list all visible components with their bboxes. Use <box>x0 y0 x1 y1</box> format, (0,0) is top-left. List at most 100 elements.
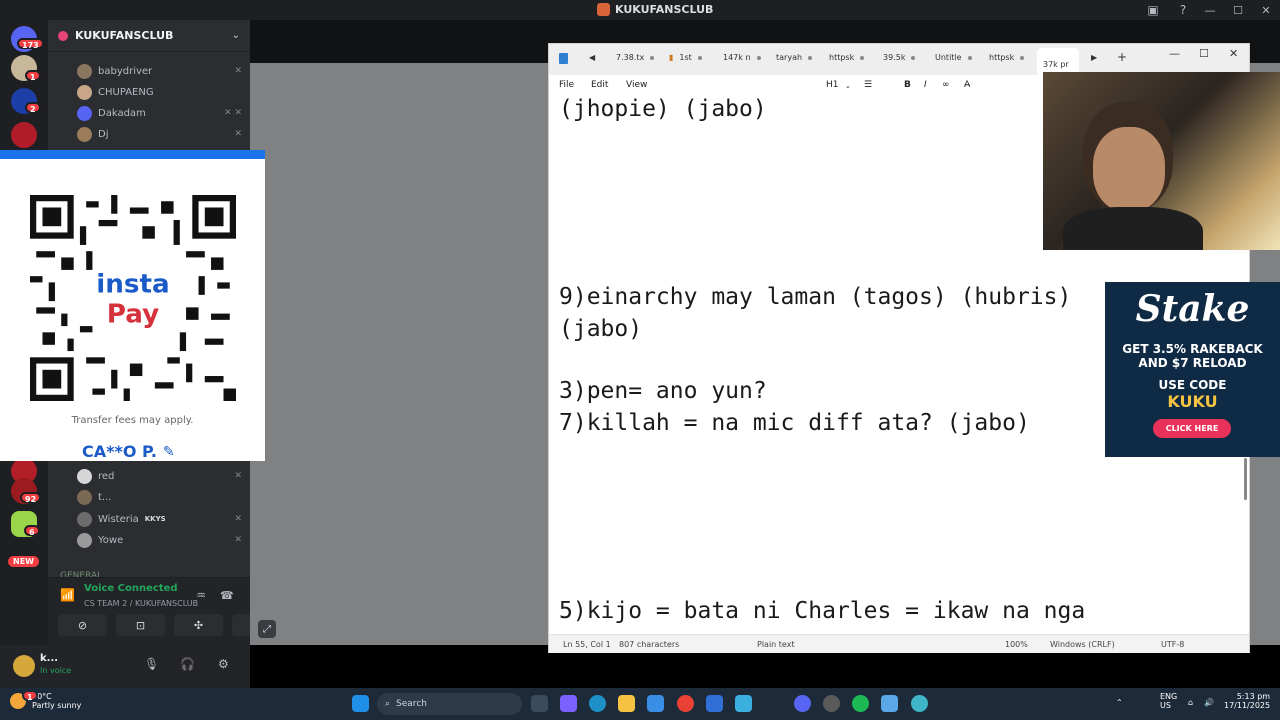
ad-headline: GET 3.5% RAKEBACK AND $7 RELOAD <box>1105 342 1280 370</box>
member-item[interactable]: Dakadam ✕ ✕ <box>77 104 242 122</box>
spotify-icon[interactable] <box>852 695 869 712</box>
avatar <box>77 489 92 505</box>
notepad-tab[interactable]: ▮ 1st <box>669 53 702 62</box>
server-icon-3[interactable] <box>11 122 37 148</box>
ad-use-code: USE CODE <box>1158 378 1227 392</box>
start-icon[interactable] <box>352 695 369 712</box>
copilot-icon[interactable] <box>560 695 577 712</box>
microphone-icon[interactable]: 🎙 <box>144 657 159 671</box>
voice-channel[interactable]: CS TEAM 2 / KUKUFANSCLUB <box>84 599 198 608</box>
user-name[interactable]: k... <box>40 653 58 664</box>
language-indicator[interactable]: ENG US <box>1160 692 1177 710</box>
zoom-level[interactable]: 100% <box>1005 640 1028 649</box>
mail-icon[interactable] <box>706 695 723 712</box>
chevron-down-icon: ⌄ <box>231 30 240 41</box>
member-item[interactable]: babydriver ✕ <box>77 62 242 80</box>
clock[interactable]: 5:13 pm 17/11/2025 <box>1224 692 1270 710</box>
obs-icon[interactable] <box>911 695 928 712</box>
screen-share-button[interactable]: ⊡ <box>116 614 165 636</box>
inbox-icon[interactable]: ▣ <box>1146 3 1160 17</box>
member-item[interactable]: Wisteria KKYS ✕ <box>77 510 242 528</box>
noise-suppression-icon[interactable]: ♒ <box>196 589 206 602</box>
tab-scroll-left-icon[interactable]: ◀ <box>589 53 595 62</box>
avatar <box>77 468 92 484</box>
chrome-icon[interactable] <box>677 695 694 712</box>
server-header[interactable]: KUKUFANSCLUB ⌄ <box>48 20 250 52</box>
member-item[interactable]: CHUPAENG <box>77 83 242 101</box>
chevron-up-icon[interactable]: ⌃ <box>1116 698 1123 707</box>
network-icon[interactable]: ⌂ <box>1188 698 1193 707</box>
instapay-logo-bottom: Pay <box>107 299 159 329</box>
temperature: 30°C <box>32 692 52 701</box>
popout-icon[interactable]: ⤢ <box>258 620 276 638</box>
link-icon[interactable]: ∞ <box>942 80 950 90</box>
app-icon[interactable] <box>735 695 752 712</box>
notepad-scrollbar[interactable] <box>1244 458 1247 500</box>
deafened-icon: ✕ <box>234 471 242 481</box>
task-view-icon[interactable] <box>531 695 548 712</box>
help-icon[interactable]: ? <box>1176 3 1190 17</box>
new-tab-button[interactable]: + <box>1117 50 1127 64</box>
tab-label: 1st <box>679 53 692 62</box>
notepad-minimize-button[interactable]: — <box>1169 47 1180 60</box>
edge-icon[interactable] <box>589 695 606 712</box>
stake-ad[interactable]: Stake GET 3.5% RAKEBACK AND $7 RELOAD US… <box>1105 282 1280 457</box>
member-item[interactable]: Yowe ✕ <box>77 531 242 549</box>
text-format[interactable]: Plain text <box>757 640 795 649</box>
list-icon[interactable]: ☰ <box>864 80 872 90</box>
minimize-button[interactable]: — <box>1196 0 1224 20</box>
discord-icon[interactable] <box>794 695 811 712</box>
member-item[interactable]: Dj ✕ <box>77 125 242 143</box>
notepad-tab[interactable]: 39.5k <box>883 53 916 62</box>
member-item[interactable]: red ✕ <box>77 467 242 485</box>
member-item[interactable]: t... <box>77 488 242 506</box>
store-icon[interactable] <box>647 695 664 712</box>
notepad-tab[interactable]: Untitle <box>935 53 972 62</box>
notepad-tab[interactable]: taryah <box>776 53 813 62</box>
heading-dropdown[interactable]: H1 <box>826 80 839 90</box>
menu-file[interactable]: File <box>559 80 574 90</box>
menu-view[interactable]: View <box>626 80 647 90</box>
notepad-tab-active[interactable]: 37k pr <box>1037 48 1079 75</box>
weather-condition: Partly sunny <box>32 701 82 710</box>
server-name: KUKUFANSCLUB <box>75 29 174 42</box>
unsaved-dot-icon <box>756 55 761 60</box>
menu-edit[interactable]: Edit <box>591 80 608 90</box>
clear-format-icon[interactable]: A̶ <box>964 80 970 90</box>
steam-icon[interactable] <box>823 695 840 712</box>
notepad-editor[interactable]: (jhopie) (jabo) 9)einarchy may laman (ta… <box>559 94 1119 624</box>
notepad-tab[interactable]: 7.38.tx <box>616 53 655 62</box>
disconnect-icon[interactable]: ☎ <box>220 589 234 602</box>
bold-icon[interactable]: B <box>904 80 911 90</box>
camera-off-button[interactable]: ⊘ <box>58 614 107 636</box>
notepad-tab[interactable]: httpsk <box>989 53 1025 62</box>
avatar <box>77 63 92 79</box>
tab-label: taryah <box>776 53 803 62</box>
unsaved-dot-icon <box>650 55 655 60</box>
close-button[interactable]: ✕ <box>1252 0 1280 20</box>
pencil-icon[interactable]: ✎ <box>163 444 175 460</box>
voice-status[interactable]: Voice Connected <box>84 583 178 594</box>
italic-icon[interactable]: I <box>924 80 927 90</box>
file-explorer-icon[interactable] <box>618 695 635 712</box>
deafened-icon: ✕ <box>234 129 242 139</box>
avatar[interactable] <box>13 655 35 677</box>
weather-widget[interactable]: 1 30°C Partly sunny <box>10 690 82 710</box>
notepad-icon[interactable] <box>881 695 898 712</box>
notepad-tab[interactable]: httpsk <box>829 53 865 62</box>
notepad-maximize-button[interactable]: ☐ <box>1199 47 1209 60</box>
tab-scroll-right-icon[interactable]: ▶ <box>1091 53 1097 62</box>
activities-button[interactable]: ✣ <box>174 614 223 636</box>
ad-click-button[interactable]: CLICK HERE <box>1153 419 1231 438</box>
encoding[interactable]: UTF-8 <box>1161 640 1184 649</box>
notepad-tab[interactable]: 147k n <box>723 53 761 62</box>
taskbar-search[interactable]: ⌕ Search <box>377 693 522 715</box>
headphones-icon[interactable]: 🎧 <box>180 657 195 671</box>
streamer-face <box>1093 127 1165 212</box>
settings-icon[interactable]: ⚙ <box>218 657 229 671</box>
line-ending[interactable]: Windows (CRLF) <box>1050 640 1115 649</box>
volume-icon[interactable]: 🔊 <box>1204 698 1214 707</box>
text-line: (jhopie) (jabo) <box>559 96 767 122</box>
maximize-button[interactable]: ☐ <box>1224 0 1252 20</box>
notepad-close-button[interactable]: ✕ <box>1229 47 1238 60</box>
